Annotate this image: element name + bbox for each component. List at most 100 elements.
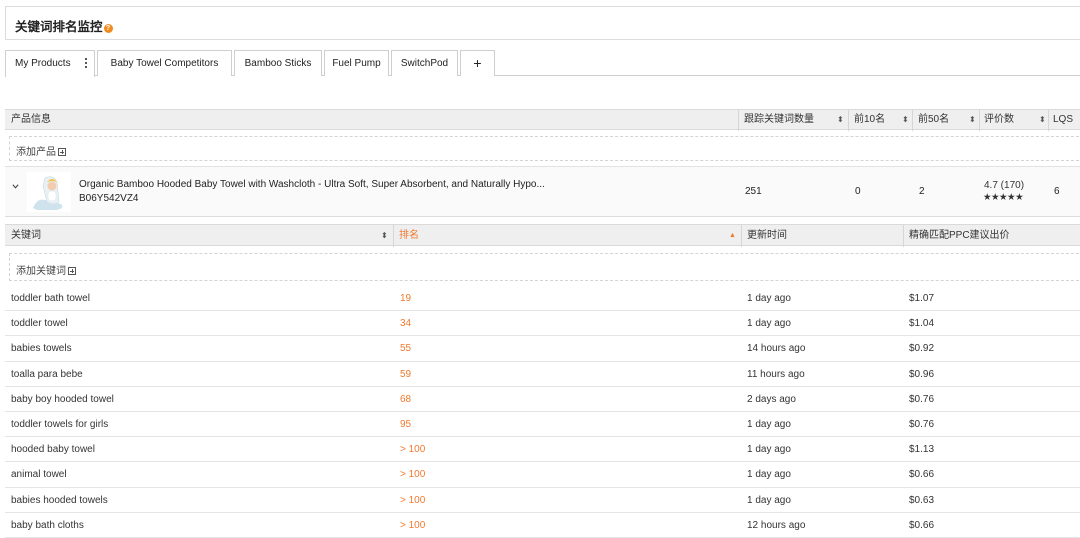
tab-label: Bamboo Sticks <box>244 58 312 69</box>
updated-cell: 1 day ago <box>747 444 791 456</box>
keyword-list: toddler bath towel 19 1 day ago $1.07 to… <box>5 286 1080 538</box>
rank-cell: > 100 <box>400 469 426 481</box>
tab-bar: My Products Baby Towel Competitors Bambo… <box>5 50 1080 77</box>
ppc-cell: $1.13 <box>909 444 935 456</box>
add-product-button[interactable]: 添加产品 <box>9 136 1080 161</box>
updated-cell: 1 day ago <box>747 318 791 330</box>
updated-cell: 14 hours ago <box>747 343 806 355</box>
plus-square-icon <box>58 148 66 156</box>
table-row[interactable]: baby boy hooded towel 68 2 days ago $0.7… <box>5 386 1080 412</box>
keyword-cell: hooded baby towel <box>11 444 95 456</box>
keyword-cell: toddler towel <box>11 318 68 330</box>
sort-icon[interactable]: ⬍ <box>902 115 909 124</box>
table-row[interactable]: babies hooded towels > 100 1 day ago $0.… <box>5 487 1080 513</box>
column-header-keyword[interactable]: 关键词 <box>11 225 41 247</box>
table-row[interactable]: baby bath cloths > 100 12 hours ago $0.6… <box>5 512 1080 538</box>
column-header-top10[interactable]: 前10名 <box>854 110 885 131</box>
ppc-cell: $0.63 <box>909 494 935 506</box>
add-product-label: 添加产品 <box>16 143 66 158</box>
help-icon[interactable]: ? <box>103 24 113 33</box>
keyword-cell: toddler bath towel <box>11 293 90 304</box>
column-divider <box>903 225 904 247</box>
column-divider <box>979 110 980 131</box>
add-keyword-label: 添加关键词 <box>16 262 76 277</box>
table-row[interactable]: animal towel > 100 1 day ago $0.66 <box>5 462 1080 488</box>
table-row[interactable]: toddler towel 34 1 day ago $1.04 <box>5 311 1080 337</box>
product-table-header: 产品信息 跟踪关键词数量 ⬍ 前10名 ⬍ 前50名 ⬍ 评价数 ⬍ LQS <box>5 109 1080 131</box>
table-row[interactable]: toalla para bebe 59 11 hours ago $0.96 <box>5 361 1080 387</box>
ppc-cell: $0.96 <box>909 368 935 380</box>
keyword-cell: animal towel <box>11 469 67 481</box>
tab-label: Baby Towel Competitors <box>110 58 219 69</box>
column-header-top50[interactable]: 前50名 <box>918 110 949 131</box>
column-header-ppc[interactable]: 精确匹配PPC建议出价 <box>909 225 1010 247</box>
rank-cell: 59 <box>400 368 412 380</box>
review-rating: 4.7 (170) <box>984 180 1025 191</box>
product-asin: B06Y542VZ4 <box>79 193 139 204</box>
sort-ascending-icon[interactable]: ▲ <box>729 231 736 240</box>
vertical-dots-icon[interactable] <box>84 58 87 69</box>
sort-icon[interactable]: ⬍ <box>381 231 388 240</box>
rank-cell: 68 <box>400 393 412 405</box>
tab-switchpod[interactable]: SwitchPod <box>391 50 458 76</box>
table-row[interactable]: toddler bath towel 19 1 day ago $1.07 <box>5 286 1080 312</box>
table-row[interactable]: toddler towels for girls 95 1 day ago $0… <box>5 411 1080 438</box>
product-thumbnail <box>27 172 71 212</box>
plus-square-icon <box>68 267 76 275</box>
keyword-cell: babies hooded towels <box>11 494 108 506</box>
tab-baby-towel-competitors[interactable]: Baby Towel Competitors <box>97 50 232 76</box>
sort-icon[interactable]: ⬍ <box>969 115 976 124</box>
page-header: 关键词排名监控? <box>5 6 1080 40</box>
updated-cell: 11 hours ago <box>747 368 805 380</box>
add-product-text: 添加产品 <box>16 147 56 158</box>
page-title: 关键词排名监控? <box>15 16 113 35</box>
rank-cell: 55 <box>400 343 412 355</box>
tab-label: SwitchPod <box>400 58 449 69</box>
column-header-reviews[interactable]: 评价数 <box>984 110 1014 131</box>
tab-fuel-pump[interactable]: Fuel Pump <box>324 50 389 76</box>
column-header-rank[interactable]: 排名 <box>399 225 419 247</box>
rank-cell: 19 <box>400 293 412 304</box>
rank-cell: > 100 <box>400 494 426 506</box>
top10-count: 0 <box>855 186 861 197</box>
column-header-tracked-keywords[interactable]: 跟踪关键词数量 <box>744 110 814 131</box>
updated-cell: 1 day ago <box>747 469 791 481</box>
product-title[interactable]: Organic Bamboo Hooded Baby Towel with Wa… <box>79 179 545 190</box>
tab-my-products[interactable]: My Products <box>5 50 95 77</box>
rank-cell: 34 <box>400 318 412 330</box>
column-divider <box>1048 110 1049 131</box>
star-rating-icon: ★★★★★ <box>983 192 1024 203</box>
ppc-cell: $0.66 <box>909 519 935 531</box>
table-row[interactable]: babies towels 55 14 hours ago $0.92 <box>5 336 1080 362</box>
chevron-down-icon[interactable] <box>12 183 19 190</box>
sort-icon[interactable]: ⬍ <box>837 115 844 124</box>
tracked-keywords-count: 251 <box>745 186 762 197</box>
rank-cell: > 100 <box>400 519 426 531</box>
sort-icon[interactable]: ⬍ <box>1039 115 1046 124</box>
updated-cell: 1 day ago <box>747 494 791 506</box>
keyword-cell: baby bath cloths <box>11 519 84 531</box>
updated-cell: 1 day ago <box>747 418 791 430</box>
column-header-lqs[interactable]: LQS <box>1053 110 1073 131</box>
keyword-cell: baby boy hooded towel <box>11 393 114 405</box>
plus-icon: + <box>473 55 482 71</box>
column-divider <box>738 110 739 131</box>
add-tab-button[interactable]: + <box>460 50 495 76</box>
keyword-cell: babies towels <box>11 343 72 355</box>
add-keyword-button[interactable]: 添加关键词 <box>9 253 1080 281</box>
column-header-updated[interactable]: 更新时间 <box>747 225 787 247</box>
updated-cell: 12 hours ago <box>747 519 806 531</box>
updated-cell: 1 day ago <box>747 293 791 304</box>
keyword-table-header: 关键词 ⬍ 排名 ▲ 更新时间 精确匹配PPC建议出价 <box>5 224 1080 247</box>
column-divider <box>741 225 742 247</box>
ppc-cell: $0.76 <box>909 393 935 405</box>
tab-bamboo-sticks[interactable]: Bamboo Sticks <box>234 50 322 76</box>
updated-cell: 2 days ago <box>747 393 796 405</box>
table-row[interactable]: hooded baby towel > 100 1 day ago $1.13 <box>5 437 1080 463</box>
page-title-text: 关键词排名监控 <box>15 20 103 34</box>
product-row[interactable]: Organic Bamboo Hooded Baby Towel with Wa… <box>5 166 1080 217</box>
ppc-cell: $1.04 <box>909 318 935 330</box>
keyword-cell: toalla para bebe <box>11 368 83 380</box>
tab-label: My Products <box>15 58 71 69</box>
ppc-cell: $0.66 <box>909 469 935 481</box>
